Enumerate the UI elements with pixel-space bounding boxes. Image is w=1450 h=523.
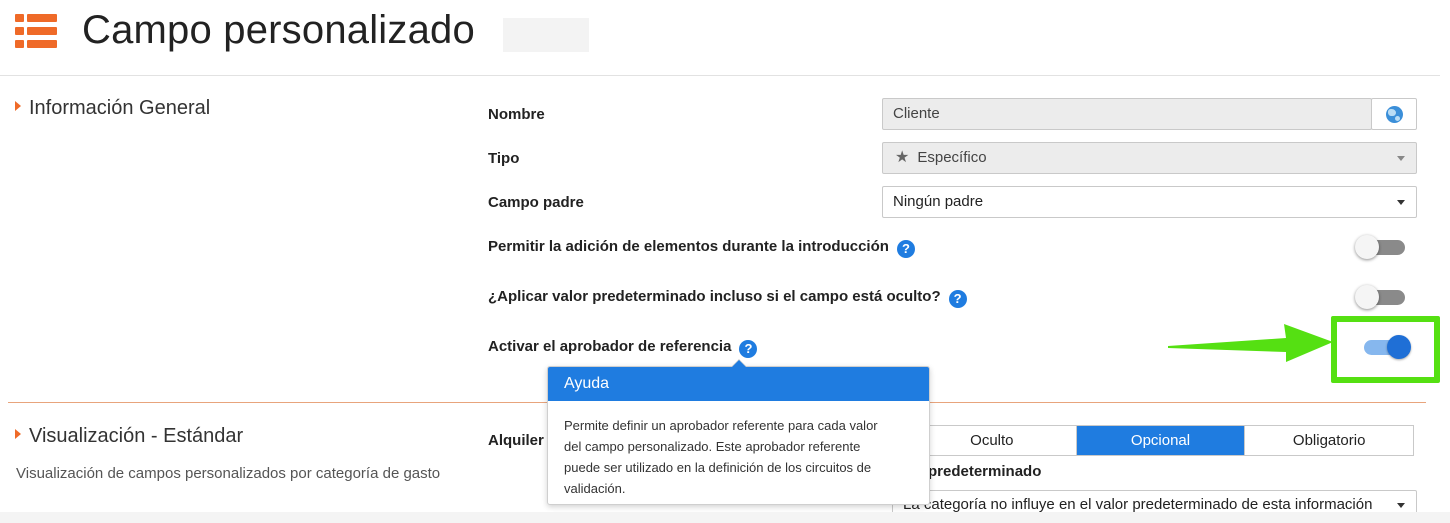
tipo-label: Tipo	[488, 150, 520, 167]
visibility-segmented-control: Oculto Opcional Obligatorio	[907, 425, 1414, 456]
chevron-down-icon	[1397, 156, 1405, 161]
annotation-highlight-box	[1331, 316, 1440, 383]
help-icon[interactable]: ?	[739, 340, 758, 358]
page-title: Campo personalizado	[82, 8, 475, 52]
nombre-field[interactable]: Cliente	[882, 98, 1372, 130]
chevron-down-icon	[1397, 503, 1405, 508]
section-visualizacion[interactable]: Visualización - Estándar	[15, 425, 243, 448]
tipo-select[interactable]: ★ Específico	[882, 142, 1417, 174]
default-value-text: La categoría no influye en el valor pred…	[903, 496, 1373, 513]
tipo-value: Específico	[917, 149, 987, 166]
section-title: Visualización - Estándar	[29, 425, 244, 447]
campo-padre-label: Campo padre	[488, 194, 584, 211]
tooltip-line: puede ser utilizado en la definición de …	[564, 460, 872, 475]
toggle-permitir-adicion[interactable]	[1355, 235, 1407, 259]
help-icon[interactable]: ?	[948, 290, 967, 308]
page-header: Campo personalizado	[0, 0, 1440, 76]
toggle-label-aplicar-valor: ¿Aplicar valor predeterminado incluso si…	[488, 288, 967, 308]
segment-opcional[interactable]: Opcional	[1076, 426, 1246, 455]
translate-button[interactable]	[1371, 98, 1417, 130]
redacted-title-suffix	[503, 18, 589, 52]
globe-icon	[1386, 106, 1403, 123]
tooltip-line: validación.	[564, 481, 626, 496]
toggle-label-aprobador: Activar el aprobador de referencia?	[488, 338, 758, 358]
campo-padre-select[interactable]: Ningún padre	[882, 186, 1417, 218]
section-informacion-general[interactable]: Información General	[15, 97, 210, 120]
help-icon[interactable]: ?	[896, 240, 915, 258]
star-icon: ★	[895, 149, 910, 166]
toggle-label-text: Permitir la adición de elementos durante…	[488, 238, 889, 255]
tooltip-body: Permite definir un aprobador referente p…	[548, 401, 929, 499]
help-tooltip: Ayuda Permite definir un aprobador refer…	[547, 359, 930, 505]
list-menu-icon[interactable]	[15, 14, 57, 48]
alquiler-label: Alquiler	[488, 432, 544, 449]
tooltip-title: Ayuda	[548, 367, 929, 401]
toggle-aplicar-valor[interactable]	[1355, 285, 1407, 309]
toggle-label-text: Activar el aprobador de referencia	[488, 338, 732, 355]
chevron-down-icon	[1397, 200, 1405, 205]
caret-right-icon	[15, 429, 21, 439]
campo-padre-value: Ningún padre	[893, 193, 984, 210]
annotation-arrow-icon	[1168, 324, 1333, 362]
caret-right-icon	[15, 101, 21, 111]
toggle-label-text: ¿Aplicar valor predeterminado incluso si…	[488, 288, 941, 305]
bottom-strip	[0, 512, 1450, 523]
tooltip-line: del campo personalizado. Este aprobador …	[564, 439, 861, 454]
section-subtitle: Visualización de campos personalizados p…	[16, 465, 441, 482]
segment-oculto[interactable]: Oculto	[908, 426, 1077, 455]
section-title: Información General	[29, 97, 211, 119]
default-value-label: predeterminado	[928, 463, 1042, 480]
nombre-label: Nombre	[488, 106, 545, 123]
segment-obligatorio[interactable]: Obligatorio	[1245, 426, 1413, 455]
toggle-label-permitir-adicion: Permitir la adición de elementos durante…	[488, 238, 915, 258]
tooltip-line: Permite definir un aprobador referente p…	[564, 418, 878, 433]
